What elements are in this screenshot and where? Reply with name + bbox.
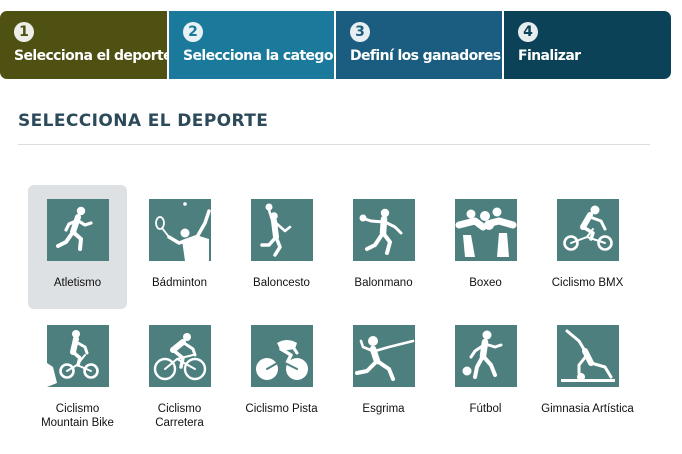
sport-tile-fencing[interactable]: Esgrima — [334, 325, 433, 449]
artistic-gymnastics-icon — [556, 325, 619, 387]
divider — [18, 144, 650, 145]
sport-name: Baloncesto — [253, 277, 310, 289]
handball-icon — [352, 199, 415, 261]
step-finish[interactable]: 4 Finalizar — [502, 11, 671, 79]
fencing-icon — [352, 325, 415, 387]
football-icon — [454, 325, 517, 387]
sport-tile-football[interactable]: Fútbol — [436, 325, 535, 449]
step-number: 4 — [518, 22, 538, 42]
sport-tile-basketball[interactable]: Baloncesto — [232, 185, 331, 309]
sport-name: Ciclismo Carretera — [155, 403, 204, 429]
track-cycling-icon — [250, 325, 313, 387]
step-select-sport[interactable]: 1 Selecciona el deporte — [0, 11, 173, 79]
sport-name: Balonmano — [354, 277, 413, 289]
step-select-category[interactable]: 2 Selecciona la categoría — [167, 11, 353, 79]
badminton-icon — [148, 199, 211, 261]
step-label: Definí los ganadores — [350, 48, 501, 64]
sport-grid: Atletismo Bádminton Baloncesto Balonmano… — [28, 185, 648, 309]
sport-name: Atletismo — [53, 277, 102, 289]
sport-tile-boxing[interactable]: Boxeo — [436, 185, 535, 309]
sport-name: Bádminton — [152, 277, 207, 289]
sport-tile-bmx[interactable]: Ciclismo BMX — [538, 185, 637, 309]
sport-name: Esgrima — [362, 403, 405, 415]
step-number: 1 — [14, 22, 34, 42]
step-define-winners[interactable]: 3 Definí los ganadores — [334, 11, 502, 79]
sport-tile-mountain-bike[interactable]: Ciclismo Mountain Bike — [28, 325, 127, 449]
sport-name: Ciclismo BMX — [551, 277, 624, 289]
step-label: Selecciona el deporte — [14, 48, 173, 64]
sport-grid-row-2: Ciclismo Mountain Bike Ciclismo Carreter… — [28, 325, 648, 449]
sport-tile-athletics[interactable]: Atletismo — [28, 185, 127, 309]
sport-name: Gimnasia Artística — [541, 403, 634, 415]
athletics-icon — [46, 199, 109, 261]
road-cycling-icon — [148, 325, 211, 387]
sport-name: Boxeo — [469, 277, 502, 289]
step-number: 3 — [350, 22, 370, 42]
sport-tile-artistic-gymnastics[interactable]: Gimnasia Artística — [538, 325, 637, 449]
boxing-icon — [454, 199, 517, 261]
sport-tile-road-cycling[interactable]: Ciclismo Carretera — [130, 325, 229, 449]
wizard-steps: 1 Selecciona el deporte 2 Selecciona la … — [0, 11, 671, 79]
bmx-icon — [556, 199, 619, 261]
sport-tile-badminton[interactable]: Bádminton — [130, 185, 229, 309]
section-title: SELECCIONA EL DEPORTE — [18, 111, 269, 131]
sport-name: Fútbol — [469, 403, 502, 415]
step-label: Finalizar — [518, 48, 581, 64]
sport-name: Ciclismo Pista — [245, 403, 318, 415]
step-label: Selecciona la categoría — [183, 48, 353, 64]
step-number: 2 — [183, 22, 203, 42]
sport-tile-handball[interactable]: Balonmano — [334, 185, 433, 309]
basketball-icon — [250, 199, 313, 261]
sport-name: Ciclismo Mountain Bike — [41, 403, 114, 429]
mountain-bike-icon — [46, 325, 109, 387]
sport-tile-track-cycling[interactable]: Ciclismo Pista — [232, 325, 331, 449]
